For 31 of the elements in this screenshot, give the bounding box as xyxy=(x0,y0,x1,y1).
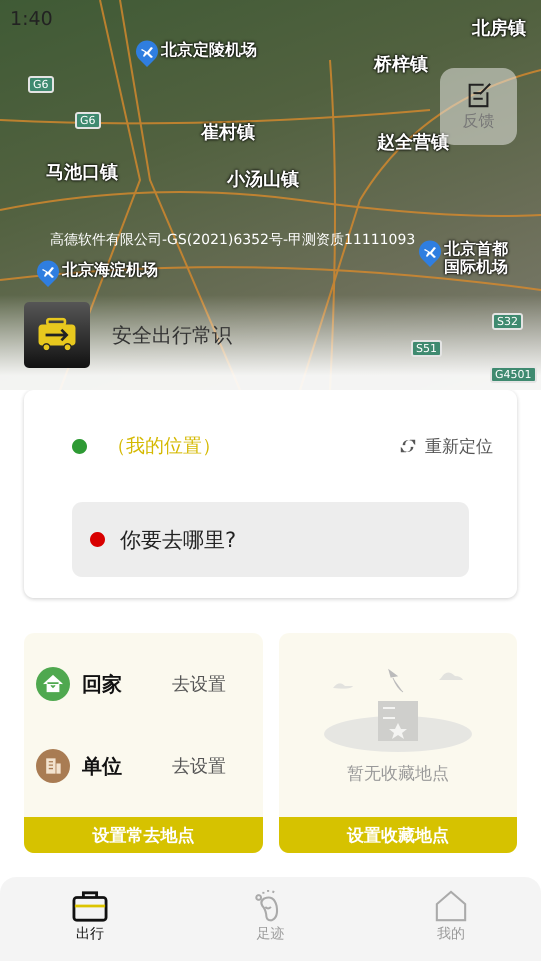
refresh-icon xyxy=(399,437,417,455)
airport-label[interactable]: 北京首都国际机场 xyxy=(444,240,512,277)
airport-pin-icon xyxy=(36,260,60,288)
place-label[interactable]: 北房镇 xyxy=(472,16,526,40)
safety-tips-link[interactable]: 安全出行常识 xyxy=(112,322,232,348)
safety-banner-image[interactable] xyxy=(24,302,90,368)
building-icon xyxy=(36,749,70,783)
relocate-button[interactable]: 重新定位 xyxy=(399,434,493,458)
road-shield: S32 xyxy=(492,313,523,330)
place-label[interactable]: 崔村镇 xyxy=(201,120,255,144)
destination-field[interactable]: 你要去哪里? xyxy=(72,502,469,577)
set-link[interactable]: 去设置 xyxy=(172,672,226,696)
road-shield: G4501 xyxy=(490,366,537,383)
road-shield: S51 xyxy=(411,340,442,357)
map-copyright: 高德软件有限公司-GS(2021)6352号-甲测资质11111093 xyxy=(50,231,416,249)
empty-favorites-text: 暂无收藏地点 xyxy=(346,762,449,784)
status-time: 1:40 xyxy=(10,8,53,30)
airport-pin-icon xyxy=(135,40,159,68)
place-label[interactable]: 马池口镇 xyxy=(46,160,118,184)
road-shield: G6 xyxy=(75,112,101,129)
airport-pin-icon xyxy=(418,240,442,268)
place-label[interactable]: 小汤山镇 xyxy=(227,167,299,191)
place-name: 单位 xyxy=(82,752,123,780)
house-icon xyxy=(36,667,70,701)
place-label[interactable]: 桥梓镇 xyxy=(374,52,428,76)
briefcase-icon xyxy=(71,889,110,923)
road-shield: G6 xyxy=(28,76,54,93)
airport-label[interactable]: 北京定陵机场 xyxy=(161,40,257,61)
place-name: 回家 xyxy=(82,670,123,698)
set-link[interactable]: 去设置 xyxy=(172,754,226,778)
nav-tab[interactable]: 出行 xyxy=(0,877,180,961)
